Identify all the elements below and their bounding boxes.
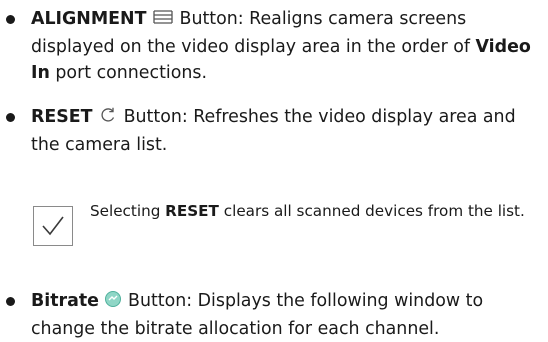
- reset-description: RESET Button: Refreshes the video displa…: [6, 104, 542, 158]
- checkmark-icon: [33, 206, 73, 246]
- alignment-text: ALIGNMENT Button: Realigns camera screen…: [31, 6, 542, 86]
- alignment-desc-post: port connections.: [49, 63, 207, 83]
- bitrate-title: Bitrate: [31, 291, 99, 311]
- note-reset-label: RESET: [165, 202, 219, 220]
- note-text-post: clears all scanned devices from the list…: [218, 202, 525, 220]
- bitrate-desc: Button: Displays the following window to…: [31, 291, 484, 339]
- bullet: [6, 113, 15, 122]
- note-text: Selecting RESET clears all scanned devic…: [90, 200, 542, 223]
- alignment-title: ALIGNMENT: [31, 9, 147, 29]
- note-text-pre: Selecting: [90, 202, 166, 220]
- alignment-icon: [152, 8, 174, 34]
- bullet: [6, 15, 15, 24]
- reset-text: RESET Button: Refreshes the video displa…: [31, 104, 542, 158]
- reset-refresh-icon: [98, 106, 118, 132]
- alignment-description: ALIGNMENT Button: Realigns camera screen…: [6, 6, 542, 86]
- note-box: Selecting RESET clears all scanned devic…: [33, 200, 545, 260]
- bitrate-description: Bitrate Button: Displays the following w…: [6, 288, 542, 342]
- bullet: [6, 297, 15, 306]
- bitrate-icon: [104, 290, 122, 316]
- reset-title: RESET: [31, 107, 93, 127]
- bitrate-text: Bitrate Button: Displays the following w…: [31, 288, 542, 342]
